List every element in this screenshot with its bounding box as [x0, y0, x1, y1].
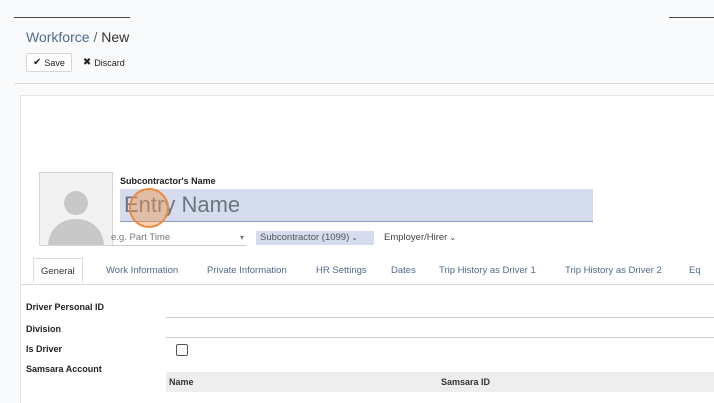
- tab-work-information[interactable]: Work Information: [99, 258, 185, 283]
- division-input[interactable]: [166, 337, 714, 338]
- form-sheet: Subcontractor's Name Entry Name e.g. Par…: [20, 95, 714, 403]
- worker-type-select[interactable]: Subcontractor (1099) ⌄: [256, 231, 374, 245]
- hirer-value: Employer/Hirer: [384, 232, 448, 243]
- division-label: Division: [26, 324, 62, 334]
- control-panel-divider: [14, 83, 714, 84]
- tab-hr-settings[interactable]: HR Settings: [309, 258, 374, 283]
- name-field-label: Subcontractor's Name: [120, 176, 216, 186]
- discard-button[interactable]: ✖ Discard: [76, 53, 132, 72]
- person-placeholder-icon: [40, 173, 112, 245]
- driver-personal-id-label: Driver Personal ID: [26, 302, 105, 312]
- save-button[interactable]: ✔ Save: [26, 53, 72, 72]
- name-input[interactable]: Entry Name: [120, 189, 593, 222]
- top-divider-right: [669, 17, 714, 18]
- samsara-table-header: Name Samsara ID: [166, 372, 714, 392]
- notebook-tabs: General Work Information Private Informa…: [21, 258, 714, 285]
- tab-trip-history-driver-1[interactable]: Trip History as Driver 1: [432, 258, 543, 283]
- tab-eq[interactable]: Eq: [682, 258, 708, 283]
- close-icon: ✖: [82, 57, 92, 68]
- tab-dates[interactable]: Dates: [384, 258, 423, 283]
- chevron-down-icon: ⌄: [351, 233, 358, 242]
- top-divider-left: [14, 17, 130, 18]
- column-header-samsara-id[interactable]: Samsara ID: [441, 377, 490, 387]
- breadcrumb-current: New: [101, 29, 130, 45]
- worker-type-value: Subcontractor (1099): [260, 232, 350, 243]
- tab-trip-history-driver-2[interactable]: Trip History as Driver 2: [558, 258, 669, 283]
- is-driver-checkbox[interactable]: [176, 344, 188, 356]
- form-buttons: ✔ Save ✖ Discard: [26, 53, 132, 72]
- breadcrumb: Workforce / New: [26, 29, 129, 45]
- discard-button-label: Discard: [94, 57, 125, 68]
- tab-general[interactable]: General: [33, 258, 83, 283]
- hirer-select[interactable]: Employer/Hirer ⌄: [384, 231, 476, 245]
- caret-down-icon: ▾: [239, 233, 244, 242]
- employment-type-select[interactable]: e.g. Part Time ▾: [111, 231, 246, 246]
- samsara-account-label: Samsara Account: [26, 364, 102, 374]
- is-driver-label: Is Driver: [26, 344, 63, 354]
- breadcrumb-separator: /: [93, 29, 98, 45]
- employment-type-placeholder: e.g. Part Time: [111, 232, 171, 243]
- check-icon: ✔: [33, 57, 42, 68]
- tab-private-information[interactable]: Private Information: [200, 258, 294, 283]
- avatar[interactable]: [39, 172, 113, 246]
- driver-personal-id-input[interactable]: [166, 317, 714, 318]
- breadcrumb-workforce-link[interactable]: Workforce: [26, 29, 90, 45]
- save-button-label: Save: [44, 57, 65, 68]
- chevron-down-icon: ⌄: [449, 233, 457, 242]
- column-header-name[interactable]: Name: [169, 377, 194, 387]
